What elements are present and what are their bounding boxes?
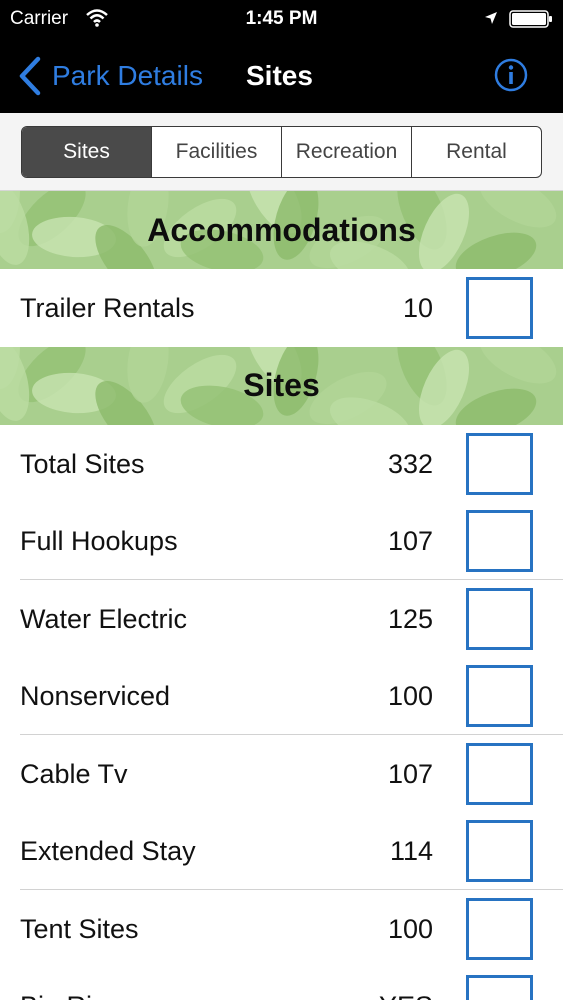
- row-label: Full Hookups: [20, 526, 178, 556]
- status-bar: Carrier 1:45 PM: [0, 0, 563, 40]
- table-row: Cable Tv 107: [0, 734, 563, 813]
- row-value: 107: [387, 526, 433, 556]
- row-checkbox[interactable]: [466, 277, 533, 339]
- row-value: 100: [387, 681, 433, 711]
- navigation-bar: Park Details Sites: [0, 40, 563, 113]
- section-title: Accommodations: [147, 211, 416, 248]
- table-row: Trailer Rentals 10: [0, 269, 563, 347]
- segment-rental[interactable]: Rental: [412, 127, 541, 177]
- row-checkbox[interactable]: [466, 587, 533, 650]
- segmented-control: Sites Facilities Recreation Rental: [21, 126, 542, 178]
- row-label: Total Sites: [20, 448, 145, 479]
- row-checkbox[interactable]: [466, 742, 533, 805]
- back-button-label: Park Details: [52, 60, 203, 91]
- row-checkbox[interactable]: [466, 432, 533, 495]
- row-value: 125: [387, 603, 433, 634]
- row-checkbox[interactable]: [466, 897, 533, 960]
- table-row: Tent Sites 100: [0, 889, 563, 968]
- row-checkbox[interactable]: [466, 510, 533, 572]
- table-row: Total Sites 332: [0, 424, 563, 503]
- table-row: Nonserviced 100: [0, 657, 563, 735]
- top-bar: Carrier 1:45 PM Park Details Sites: [0, 0, 563, 113]
- row-checkbox[interactable]: [466, 665, 533, 727]
- row-label: Water Electric: [20, 603, 188, 634]
- status-time: 1:45 PM: [245, 8, 318, 29]
- row-label: Trailer Rentals: [20, 293, 195, 323]
- row-checkbox[interactable]: [466, 820, 533, 882]
- row-value: 10: [402, 293, 433, 323]
- row-label: Nonserviced: [20, 681, 171, 711]
- row-label: Tent Sites: [20, 913, 139, 944]
- table-row: Extended Stay 114: [0, 812, 563, 890]
- back-button[interactable]: Park Details: [18, 54, 203, 98]
- row-value: YES: [379, 967, 433, 1000]
- segment-facilities[interactable]: Facilities: [152, 127, 282, 177]
- section-header: Accommodations: [0, 191, 563, 269]
- segment-sites[interactable]: Sites: [22, 127, 152, 177]
- row-label: Big Rigs: [20, 967, 121, 1000]
- segment-bar: Sites Facilities Recreation Rental: [0, 113, 563, 191]
- info-icon[interactable]: [494, 58, 528, 92]
- section-header: Sites: [0, 346, 563, 425]
- table-row: Big Rigs YES: [0, 967, 563, 1000]
- row-value: 114: [389, 836, 433, 866]
- table-row: Full Hookups 107: [0, 502, 563, 580]
- row-value: 332: [387, 448, 433, 479]
- table-row: Water Electric 125: [0, 579, 563, 658]
- chevron-left-icon: [19, 56, 41, 96]
- battery-icon: [509, 10, 552, 28]
- row-value: 100: [387, 913, 433, 944]
- page-title: Sites: [246, 60, 313, 91]
- location-arrow-icon: [485, 12, 497, 24]
- segment-recreation[interactable]: Recreation: [282, 127, 412, 177]
- row-checkbox[interactable]: [466, 975, 533, 1000]
- row-label: Extended Stay: [20, 836, 196, 866]
- section-title: Sites: [243, 367, 320, 403]
- row-value: 107: [387, 758, 433, 789]
- row-label: Cable Tv: [20, 758, 128, 789]
